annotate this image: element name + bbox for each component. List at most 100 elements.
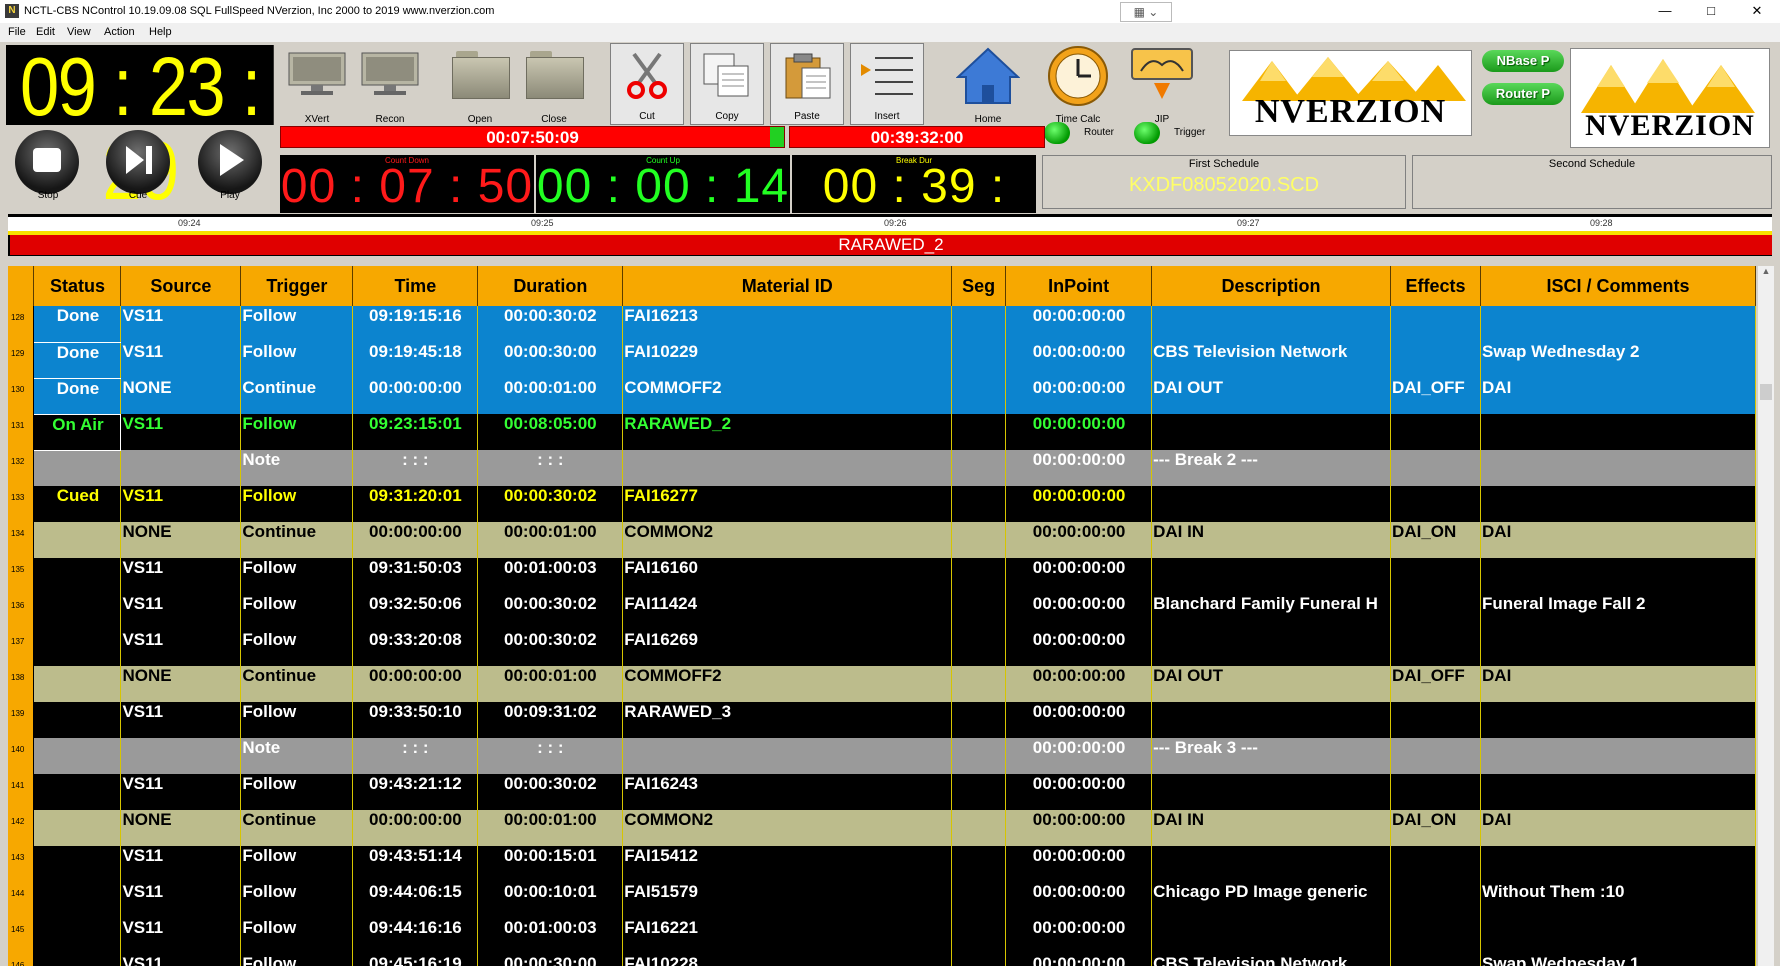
col-status[interactable]: Status	[33, 266, 122, 306]
duration-cell[interactable]: 00:08:05:00	[477, 414, 624, 450]
comments-cell[interactable]	[1480, 630, 1756, 666]
table-row[interactable]: 132 Note: : :: : :00:00:00:00 --- Break 2 …	[8, 450, 1756, 486]
col-description[interactable]: Description	[1151, 266, 1392, 306]
duration-cell[interactable]: 00:00:30:02	[477, 486, 624, 522]
maximize-button[interactable]: □	[1688, 0, 1734, 23]
time-cell[interactable]: 00:00:00:00	[352, 522, 479, 558]
time-cell[interactable]: : : :	[352, 450, 479, 486]
time-cell[interactable]: 09:33:50:10	[352, 702, 479, 738]
status-cell[interactable]	[33, 954, 122, 966]
trigger-cell[interactable]: Follow	[240, 846, 354, 882]
inpoint-cell[interactable]: 00:00:00:00	[1005, 450, 1153, 486]
inpoint-cell[interactable]: 00:00:00:00	[1005, 522, 1153, 558]
source-cell[interactable]: NONE	[120, 810, 242, 846]
table-row[interactable]: 130 Done NONE Continue 00:00:00:00 00:00:01:0…	[8, 378, 1756, 415]
effects-cell[interactable]	[1390, 306, 1482, 342]
trigger-cell[interactable]: Follow	[240, 306, 354, 342]
status-cell[interactable]	[33, 918, 122, 954]
seg-cell[interactable]	[951, 630, 1007, 666]
table-row[interactable]: 140 Note: : :: : :00:00:00:00 --- Break 3 …	[8, 738, 1756, 774]
description-cell[interactable]: CBS Television Network	[1151, 954, 1392, 966]
time-cell[interactable]: 09:44:16:16	[352, 918, 479, 954]
description-cell[interactable]	[1151, 846, 1392, 882]
effects-cell[interactable]: DAI_ON	[1390, 810, 1482, 846]
trigger-cell[interactable]: Follow	[240, 954, 354, 966]
comments-cell[interactable]	[1480, 414, 1756, 450]
source-cell[interactable]: VS11	[120, 342, 242, 378]
material-id-cell[interactable]: FAI16213	[622, 306, 953, 342]
inpoint-cell[interactable]: 00:00:00:00	[1005, 774, 1153, 810]
seg-cell[interactable]	[951, 882, 1007, 918]
material-id-cell[interactable]: FAI16269	[622, 630, 953, 666]
status-cell[interactable]	[33, 522, 122, 558]
inpoint-cell[interactable]: 00:00:00:00	[1005, 738, 1153, 774]
comments-cell[interactable]	[1480, 450, 1756, 486]
jip-button[interactable]: JIP	[1126, 45, 1198, 125]
table-row[interactable]: 141 VS11 Follow 09:43:21:12 00:00:30:02 FAI16…	[8, 774, 1756, 810]
nbase-p-button[interactable]: NBase P	[1482, 50, 1564, 72]
seg-cell[interactable]	[951, 846, 1007, 882]
inpoint-cell[interactable]: 00:00:00:00	[1005, 342, 1153, 378]
table-row[interactable]: 137 VS11 Follow 09:33:20:08 00:00:30:02 FAI16…	[8, 630, 1756, 666]
col-source[interactable]: Source	[120, 266, 242, 306]
comments-cell[interactable]	[1480, 738, 1756, 774]
trigger-cell[interactable]: Follow	[240, 774, 354, 810]
source-cell[interactable]: VS11	[120, 486, 242, 522]
time-cell[interactable]: 09:31:20:01	[352, 486, 479, 522]
trigger-cell[interactable]: Follow	[240, 594, 354, 630]
table-row[interactable]: 136 VS11 Follow 09:32:50:06 00:00:30:02 FAI11…	[8, 594, 1756, 630]
effects-cell[interactable]	[1390, 594, 1482, 630]
duration-cell[interactable]: 00:00:30:00	[477, 342, 624, 378]
comments-cell[interactable]	[1480, 918, 1756, 954]
trigger-cell[interactable]: Follow	[240, 342, 354, 378]
description-cell[interactable]	[1151, 414, 1392, 450]
description-cell[interactable]: DAI IN	[1151, 522, 1392, 558]
description-cell[interactable]: --- Break 2 ---	[1151, 450, 1392, 486]
effects-cell[interactable]: DAI_ON	[1390, 522, 1482, 558]
time-cell[interactable]: 00:00:00:00	[352, 810, 479, 846]
copy-button[interactable]: Copy	[690, 43, 764, 125]
menu-file[interactable]: File	[8, 26, 26, 38]
comments-cell[interactable]: DAI	[1480, 378, 1756, 414]
source-cell[interactable]: VS11	[120, 702, 242, 738]
trigger-cell[interactable]: Continue	[240, 666, 354, 702]
table-row[interactable]: 139 VS11 Follow 09:33:50:10 00:09:31:02 RARAW…	[8, 702, 1756, 738]
status-cell[interactable]	[33, 558, 122, 594]
trigger-cell[interactable]: Follow	[240, 918, 354, 954]
duration-cell[interactable]: : : :	[477, 450, 624, 486]
status-cell[interactable]	[33, 666, 122, 702]
router-p-button[interactable]: Router P	[1482, 83, 1564, 105]
paste-button[interactable]: Paste	[770, 43, 844, 125]
duration-cell[interactable]: 00:00:15:01	[477, 846, 624, 882]
trigger-cell[interactable]: Note	[240, 450, 354, 486]
seg-cell[interactable]	[951, 666, 1007, 702]
duration-cell[interactable]: : : :	[477, 738, 624, 774]
comments-cell[interactable]	[1480, 306, 1756, 342]
col-inpoint[interactable]: InPoint	[1005, 266, 1153, 306]
source-cell[interactable]: VS11	[120, 414, 242, 450]
inpoint-cell[interactable]: 00:00:00:00	[1005, 918, 1153, 954]
source-cell[interactable]	[120, 450, 242, 486]
seg-cell[interactable]	[951, 594, 1007, 630]
effects-cell[interactable]	[1390, 558, 1482, 594]
time-cell[interactable]: 09:44:06:15	[352, 882, 479, 918]
material-id-cell[interactable]: FAI10228	[622, 954, 953, 966]
material-id-cell[interactable]: RARAWED_3	[622, 702, 953, 738]
inpoint-cell[interactable]: 00:00:00:00	[1005, 486, 1153, 522]
open-button[interactable]: Open	[448, 45, 512, 125]
inpoint-cell[interactable]: 00:00:00:00	[1005, 558, 1153, 594]
time-cell[interactable]: : : :	[352, 738, 479, 774]
seg-cell[interactable]	[951, 306, 1007, 342]
status-cell[interactable]	[33, 846, 122, 882]
effects-cell[interactable]	[1390, 342, 1482, 378]
source-cell[interactable]	[120, 738, 242, 774]
minimize-button[interactable]: —	[1642, 0, 1688, 23]
cut-button[interactable]: Cut	[610, 43, 684, 125]
comments-cell[interactable]	[1480, 486, 1756, 522]
table-row[interactable]: 133 Cued VS11 Follow 09:31:20:01 00:00:30:02 F…	[8, 486, 1756, 522]
time-cell[interactable]: 09:45:16:19	[352, 954, 479, 966]
table-row[interactable]: 146 VS11 Follow 09:45:16:19 00:00:30:00 FAI10…	[8, 954, 1756, 966]
comments-cell[interactable]: DAI	[1480, 666, 1756, 702]
duration-cell[interactable]: 00:00:30:00	[477, 954, 624, 966]
table-row[interactable]: 129 Done VS11 Follow 09:19:45:18 00:00:30:00 F…	[8, 342, 1756, 379]
